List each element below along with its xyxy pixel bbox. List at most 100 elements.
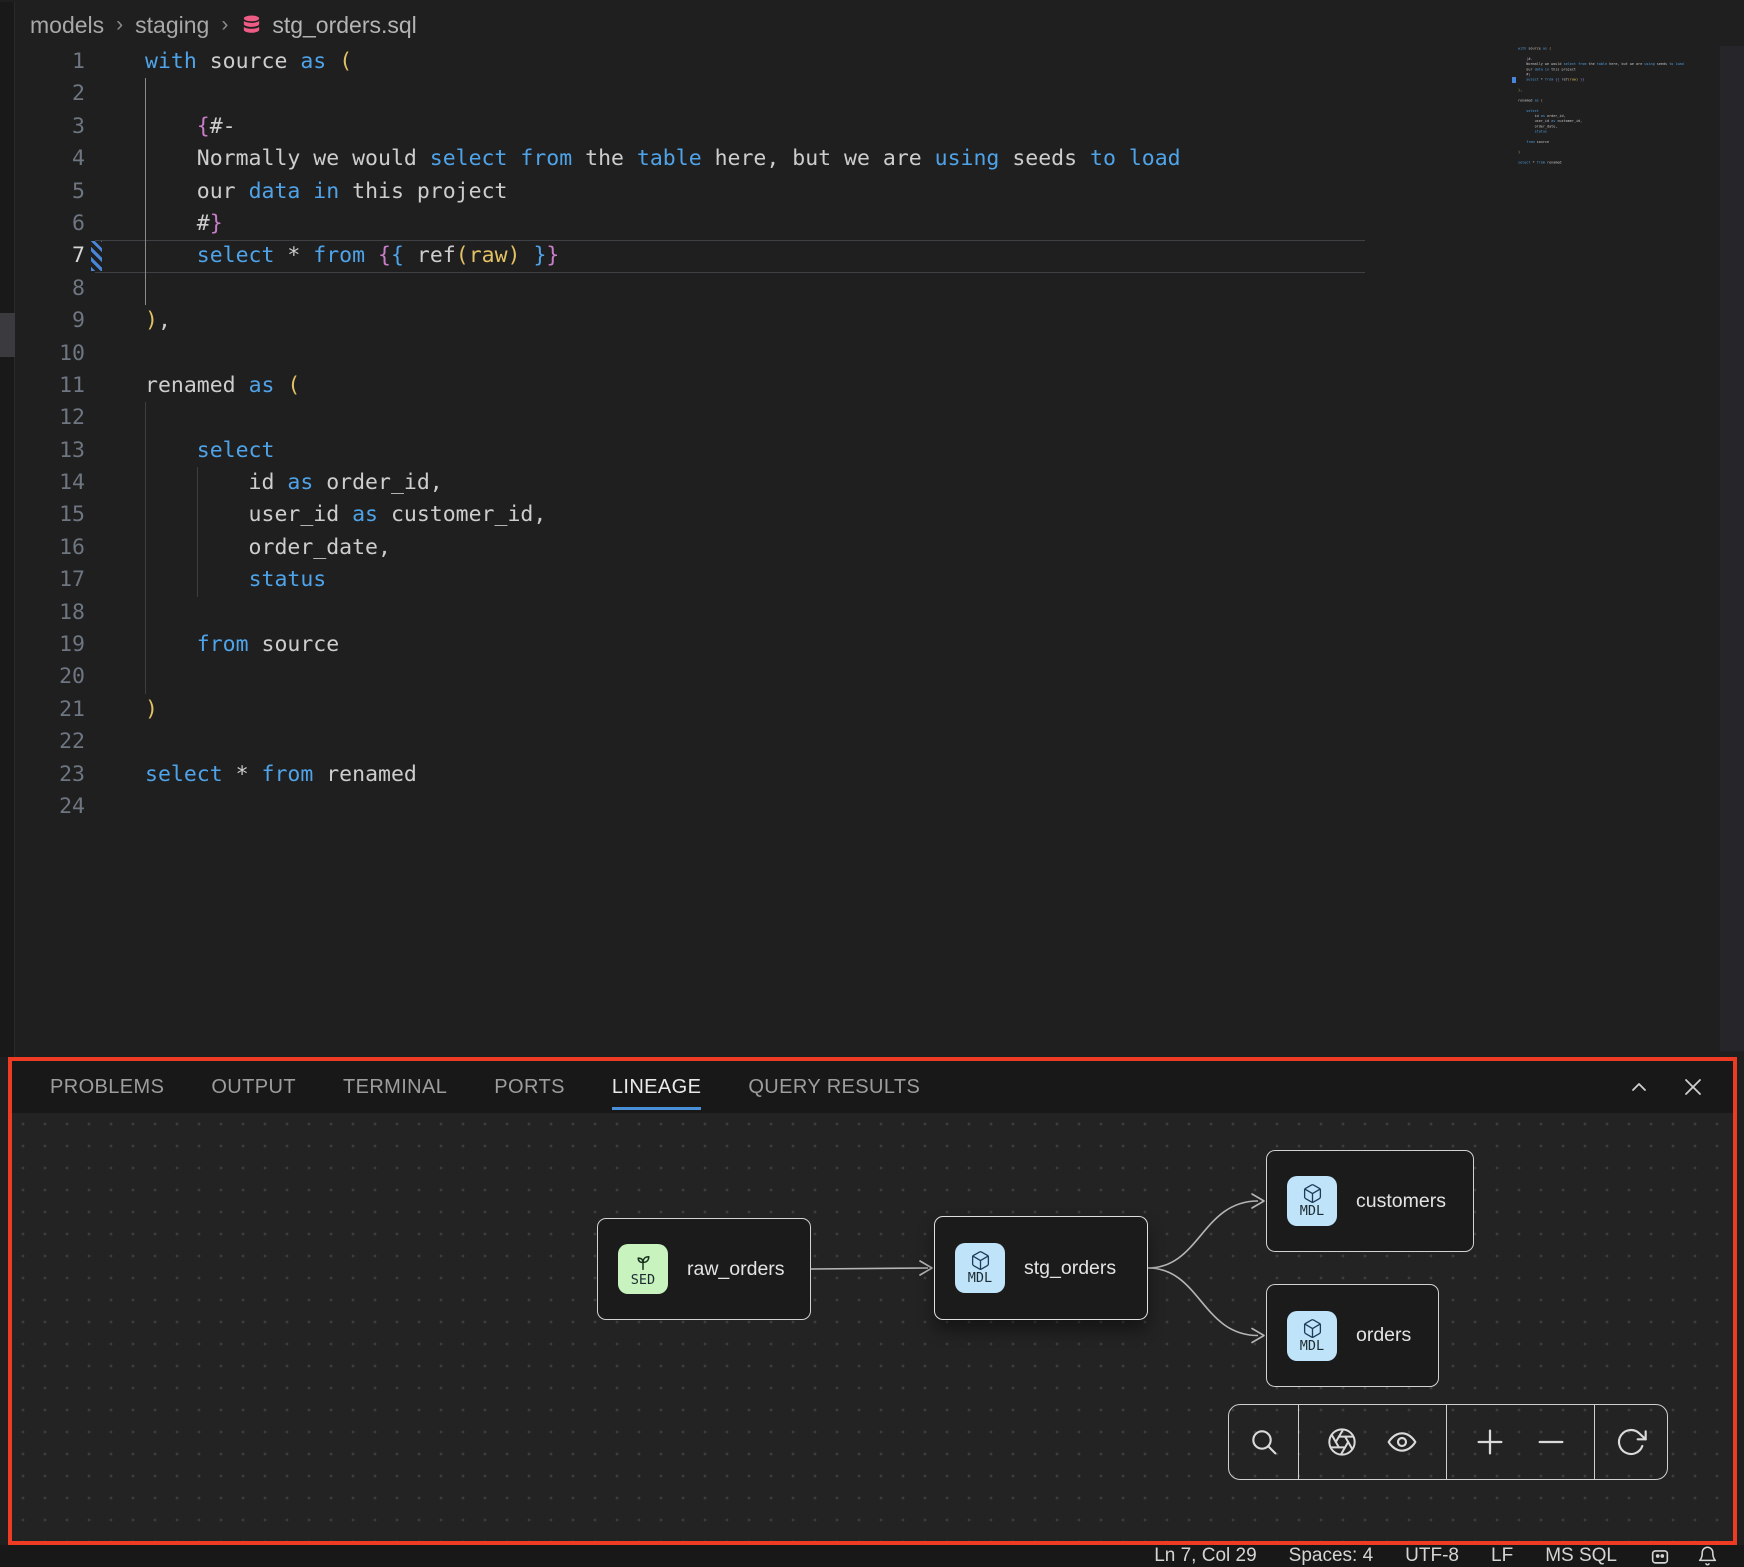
tab-lineage[interactable]: LINEAGE [612,1076,702,1099]
line-number[interactable]: 19 [15,629,85,661]
chevron-up-icon[interactable] [1627,1075,1651,1099]
code-lines: 1with source as (23 {#-4 Normally we wou… [15,46,1720,823]
activity-bar-strip [0,2,15,1057]
bell-icon[interactable] [1697,1545,1718,1567]
line-number[interactable]: 10 [15,338,85,370]
line-number[interactable]: 9 [15,305,85,337]
gutter-decoration [85,791,145,823]
line-number[interactable]: 20 [15,661,85,693]
code-text: select [145,435,274,467]
code-line: 17 status [15,564,1720,596]
editor-scrollbar[interactable] [1720,46,1744,1051]
line-number[interactable]: 3 [15,111,85,143]
gutter-decoration [85,402,145,434]
close-icon[interactable] [1681,1075,1705,1099]
minimap-lines: with source as ( {#- Normally we would s… [1518,46,1694,170]
tab-output[interactable]: OUTPUT [211,1076,296,1099]
code-text: select * from {{ ref(raw) }} [145,240,559,272]
zoom-out-icon[interactable] [1534,1425,1568,1459]
seedling-icon [631,1251,655,1273]
line-number[interactable]: 24 [15,791,85,823]
tab-terminal[interactable]: TERMINAL [343,1076,447,1099]
eye-icon[interactable] [1385,1426,1419,1458]
code-editor[interactable]: 1with source as (23 {#-4 Normally we wou… [15,46,1720,823]
code-line: 18 [15,597,1720,629]
code-text: renamed as ( [145,370,300,402]
robot-icon[interactable] [1649,1545,1671,1567]
activity-bar-thumb[interactable] [0,313,15,357]
line-number[interactable]: 7 [15,240,85,272]
modified-line-indicator [91,241,102,271]
line-number[interactable]: 6 [15,208,85,240]
editor-region: models›staging›stg_orders.sql 1with sour… [0,0,1744,1057]
status-item[interactable]: UTF-8 [1405,1545,1459,1567]
line-number[interactable]: 13 [15,435,85,467]
gutter-decoration [85,435,145,467]
line-number[interactable]: 8 [15,273,85,305]
tab-label: LINEAGE [612,1076,702,1098]
code-line: 21) [15,694,1720,726]
breadcrumb-item[interactable]: staging [135,12,209,39]
code-text: ) [145,694,158,726]
search-icon[interactable] [1248,1426,1280,1458]
line-number[interactable]: 18 [15,597,85,629]
code-line: 12 [15,402,1720,434]
line-number[interactable]: 1 [15,46,85,78]
line-number[interactable]: 14 [15,467,85,499]
toolbar-group [1229,1405,1299,1479]
code-text: user_id as customer_id, [145,499,546,531]
lineage-node-orders[interactable]: MDLorders [1266,1284,1439,1387]
gutter-decoration [85,759,145,791]
line-number[interactable]: 12 [15,402,85,434]
cube-icon [969,1250,992,1271]
line-number[interactable]: 11 [15,370,85,402]
line-number[interactable]: 15 [15,499,85,531]
code-line: 10 [15,338,1720,370]
minimap[interactable]: with source as ( {#- Normally we would s… [1518,46,1694,196]
code-text: order_date, [145,532,391,564]
line-number[interactable]: 4 [15,143,85,175]
status-item[interactable]: Ln 7, Col 29 [1154,1545,1256,1567]
lineage-canvas[interactable]: SEDraw_ordersMDLstg_ordersMDLcustomersMD… [12,1113,1733,1541]
aperture-icon[interactable] [1326,1426,1358,1458]
gutter-decoration [85,305,145,337]
code-line: 23select * from renamed [15,759,1720,791]
tab-ports[interactable]: PORTS [494,1076,565,1099]
code-line: 3 {#- [15,111,1720,143]
code-text: our data in this project [145,176,507,208]
gutter-decoration [85,499,145,531]
line-number[interactable]: 5 [15,176,85,208]
code-line: 6 #} [15,208,1720,240]
breadcrumb-file-label: stg_orders.sql [272,12,416,39]
line-number[interactable]: 16 [15,532,85,564]
line-number[interactable]: 21 [15,694,85,726]
breadcrumb-separator: › [221,13,228,37]
gutter-decoration [85,597,145,629]
refresh-icon[interactable] [1615,1426,1647,1458]
lineage-node-customers[interactable]: MDLcustomers [1266,1150,1474,1252]
code-line: 13 select [15,435,1720,467]
status-item[interactable]: LF [1491,1545,1513,1567]
status-item[interactable]: MS SQL [1545,1545,1617,1567]
code-line: 24 [15,791,1720,823]
node-label: stg_orders [1024,1257,1116,1280]
line-number[interactable]: 23 [15,759,85,791]
gutter-decoration [85,726,145,758]
lineage-node-raw_orders[interactable]: SEDraw_orders [597,1218,811,1320]
code-line: 2 [15,78,1720,110]
breadcrumb-item[interactable]: models [30,12,104,39]
status-item[interactable]: Spaces: 4 [1289,1545,1374,1567]
node-label: orders [1356,1324,1411,1347]
tab-problems[interactable]: PROBLEMS [50,1076,164,1099]
breadcrumb-file[interactable]: stg_orders.sql [240,12,416,39]
cube-badge: MDL [1287,1176,1337,1226]
line-number[interactable]: 17 [15,564,85,596]
breadcrumb-separator: › [116,13,123,37]
seedling-badge: SED [618,1244,668,1294]
lineage-node-stg_orders[interactable]: MDLstg_orders [934,1216,1148,1320]
toolbar-group [1595,1405,1667,1479]
line-number[interactable]: 22 [15,726,85,758]
line-number[interactable]: 2 [15,78,85,110]
tab-query-results[interactable]: QUERY RESULTS [748,1076,920,1099]
zoom-in-icon[interactable] [1473,1425,1507,1459]
